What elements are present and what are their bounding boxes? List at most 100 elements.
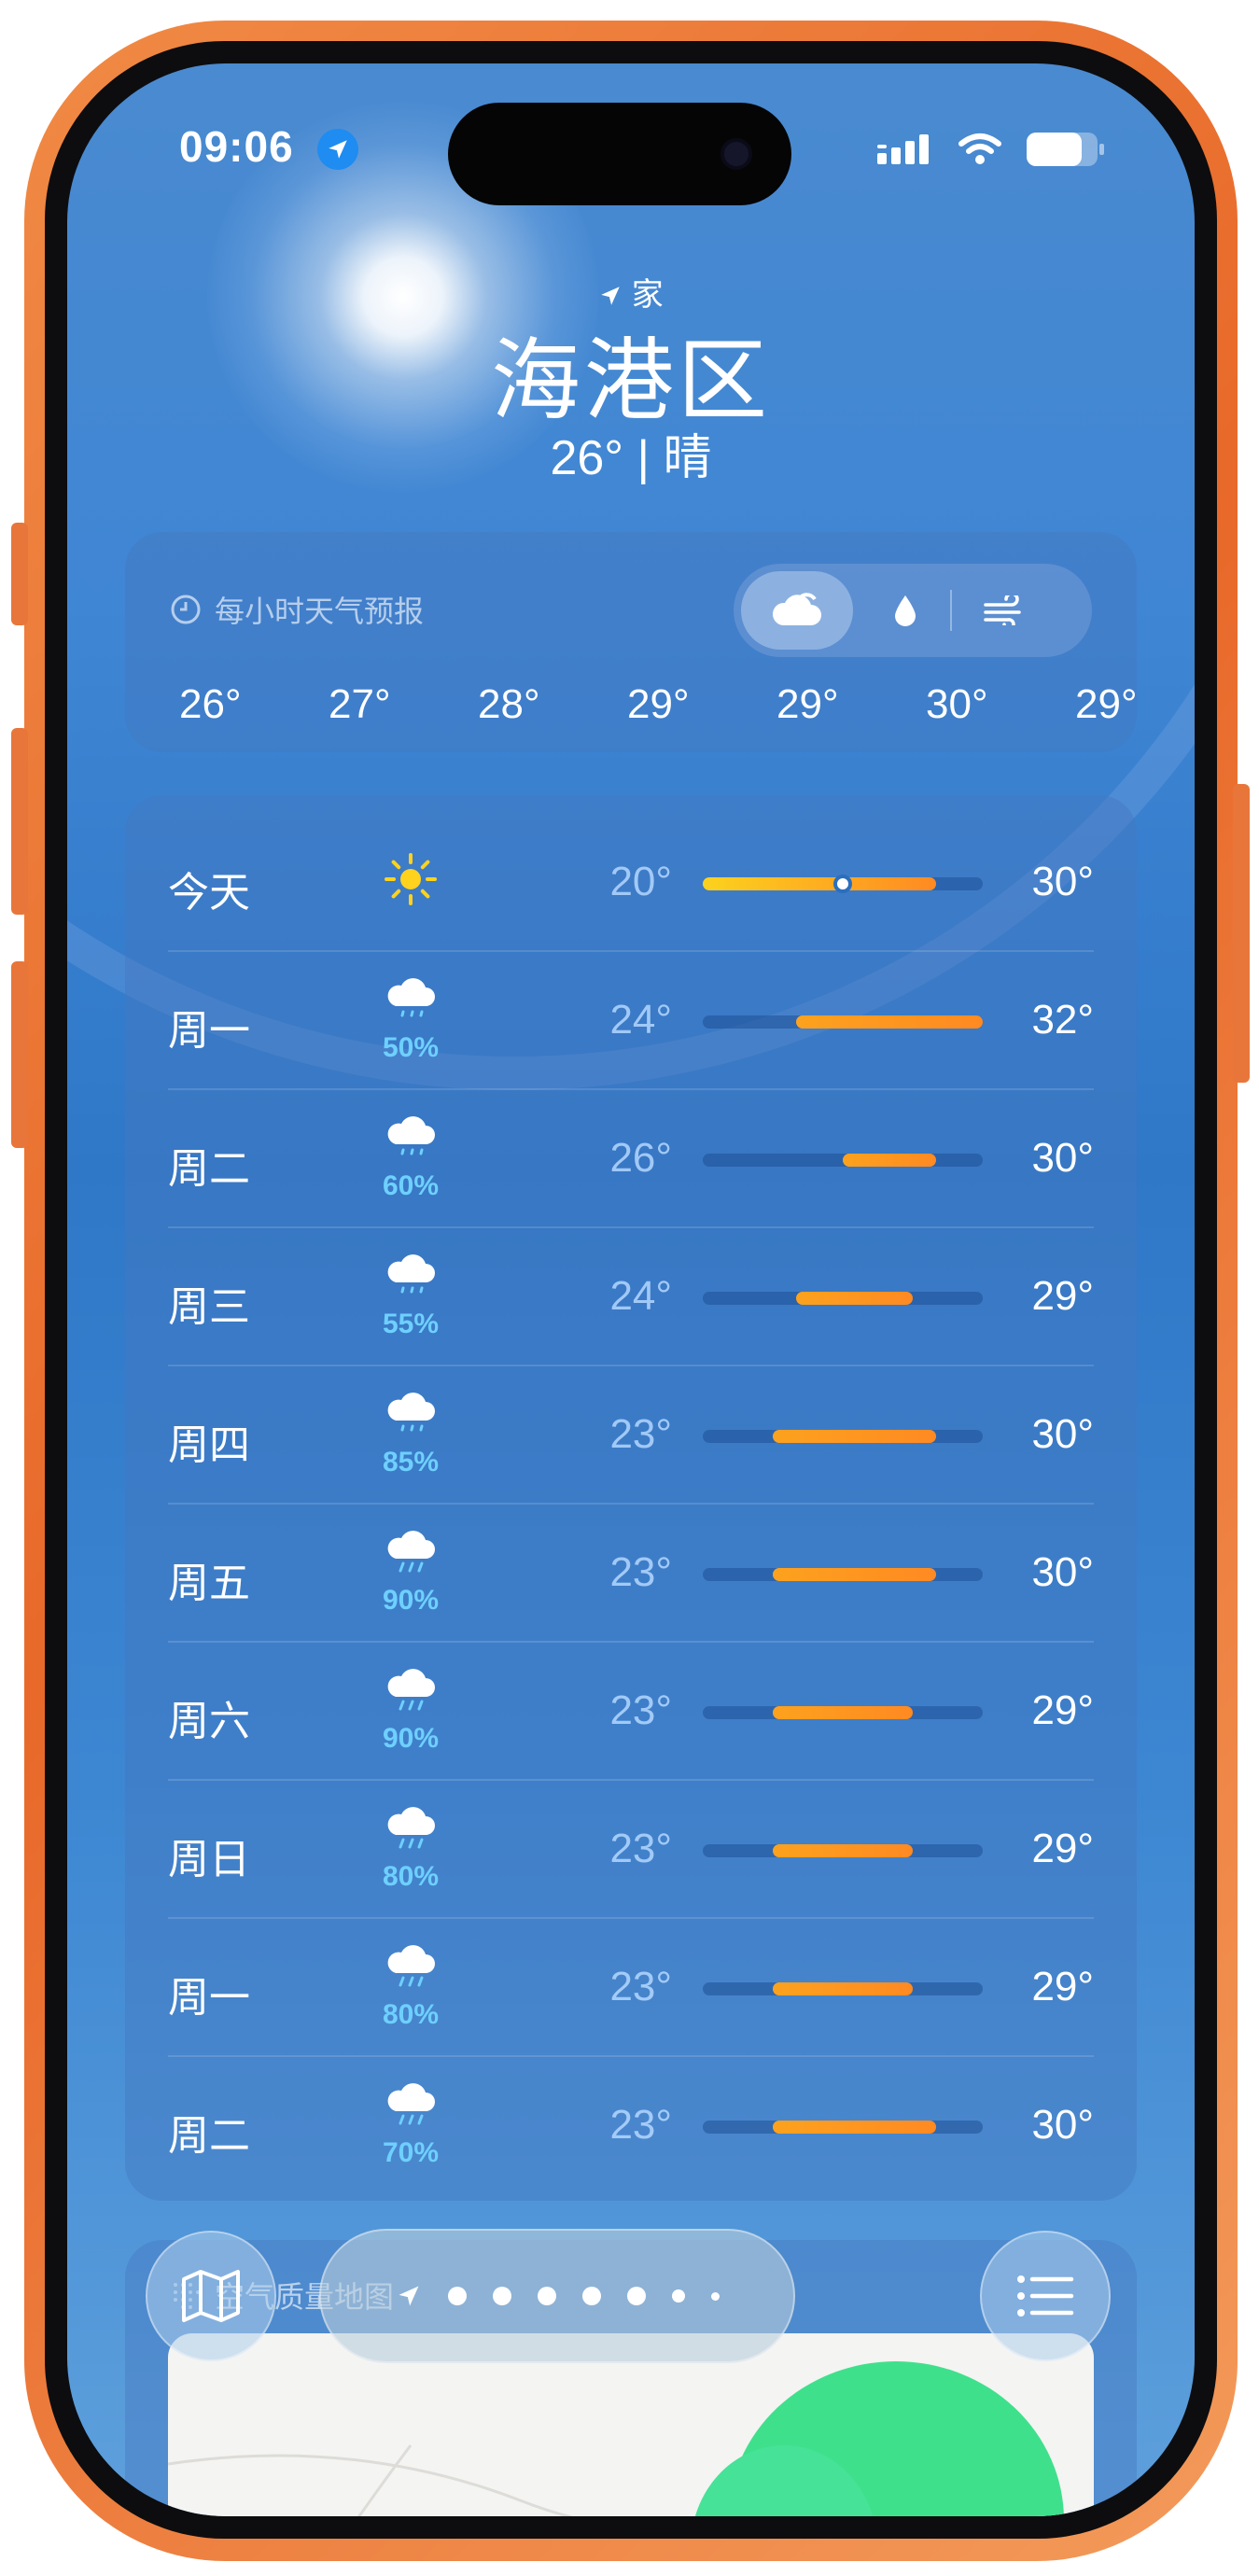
- action-button: [11, 523, 28, 625]
- daily-row[interactable]: 周四 85% 23° 30°: [168, 1366, 1094, 1505]
- page-dot[interactable]: [581, 2287, 601, 2305]
- day-label: 周二: [168, 2113, 250, 2159]
- hourly-temp: 30°: [926, 681, 988, 727]
- low-temp: 23°: [609, 2102, 672, 2148]
- rain-cloud-icon: [383, 1251, 439, 1307]
- camera-icon: [720, 138, 752, 170]
- page-dot[interactable]: [492, 2287, 511, 2305]
- status-indicators: [877, 133, 1104, 166]
- signal-icon: [877, 134, 929, 164]
- volume-down-button: [11, 961, 28, 1148]
- page-dot[interactable]: [537, 2287, 556, 2305]
- location-arrow-icon: [317, 129, 358, 170]
- page-indicator[interactable]: [319, 2229, 795, 2363]
- location-arrow-icon: [601, 287, 621, 305]
- low-temp: 20°: [609, 859, 672, 904]
- precip-chance: 60%: [382, 1170, 440, 1201]
- cloud-tab[interactable]: [741, 571, 853, 650]
- temp-range-bar: [703, 1844, 983, 1857]
- volume-up-button: [11, 728, 28, 915]
- temp-range-fill: [703, 877, 936, 890]
- daily-forecast-card[interactable]: 今天 20° 30° 周一 50% 24° 32° 周二 60% 26° 30° 周三 55% 24° 29…: [125, 795, 1137, 2201]
- hourly-temp: 29°: [776, 681, 839, 727]
- precip-chance: 90%: [382, 1723, 440, 1754]
- low-temp: 24°: [609, 1273, 672, 1319]
- daily-row[interactable]: 周三 55% 24° 29°: [168, 1228, 1094, 1366]
- heavy-rain-cloud-icon: [383, 1941, 439, 1997]
- day-label: 周四: [168, 1422, 250, 1468]
- wind-tab[interactable]: [959, 571, 1049, 650]
- daily-row[interactable]: 周五 90% 23° 30°: [168, 1505, 1094, 1643]
- temp-range-bar: [703, 1015, 983, 1029]
- day-label: 周日: [168, 1837, 250, 1883]
- precip-chance: 70%: [382, 2137, 440, 2168]
- precip-chance: 50%: [382, 1032, 440, 1063]
- temp-range-bar: [703, 1292, 983, 1305]
- heavy-rain-cloud-icon: [383, 1665, 439, 1721]
- daily-row[interactable]: 周一 80% 23° 29°: [168, 1919, 1094, 2057]
- high-temp: 30°: [1031, 859, 1094, 904]
- status-time: 09:06: [179, 122, 294, 171]
- hourly-temp: 28°: [478, 681, 540, 727]
- high-temp: 32°: [1031, 997, 1094, 1043]
- hourly-temp: 29°: [1075, 681, 1137, 727]
- precip-chance: 55%: [382, 1309, 440, 1339]
- page-dot[interactable]: [626, 2287, 646, 2305]
- precip-chance: 80%: [382, 1999, 440, 2030]
- hourly-forecast-title: 每小时天气预报: [170, 588, 424, 631]
- switch-divider: [950, 590, 952, 631]
- list-icon: [1017, 2275, 1074, 2317]
- current-temp-dot: [833, 875, 852, 893]
- temp-range-fill: [773, 1844, 913, 1857]
- temp-range-bar: [703, 1430, 983, 1443]
- weather-screen: 09:06 家 海港区 26° | 晴 每小时天气预报 26° 27° 28° …: [67, 63, 1195, 2516]
- daily-row[interactable]: 周一 50% 24° 32°: [168, 952, 1094, 1090]
- temp-range-bar: [703, 1706, 983, 1719]
- temp-range-fill: [773, 1706, 913, 1719]
- daily-row[interactable]: 周二 60% 26° 30°: [168, 1090, 1094, 1228]
- day-label: 周二: [168, 1146, 250, 1192]
- high-temp: 30°: [1031, 1411, 1094, 1457]
- day-label: 周六: [168, 1699, 250, 1744]
- temp-range-fill: [843, 1154, 936, 1167]
- low-temp: 23°: [609, 1687, 672, 1733]
- daily-row[interactable]: 周二 70% 23° 30°: [168, 2057, 1094, 2195]
- page-dot[interactable]: [671, 2289, 685, 2303]
- high-temp: 29°: [1031, 1964, 1094, 2009]
- city-list-button[interactable]: [980, 2231, 1111, 2361]
- hourly-mode-switch[interactable]: [734, 564, 1092, 657]
- temp-range-bar: [703, 2121, 983, 2134]
- hourly-title-text: 每小时天气预报: [215, 595, 425, 628]
- day-label: 周五: [168, 1561, 250, 1606]
- temp-range-fill: [773, 2121, 936, 2134]
- daily-row[interactable]: 周六 90% 23° 29°: [168, 1643, 1094, 1781]
- high-temp: 30°: [1031, 1549, 1094, 1595]
- map-icon: [182, 2270, 240, 2322]
- high-temp: 30°: [1031, 2102, 1094, 2148]
- high-temp: 30°: [1031, 1135, 1094, 1181]
- high-temp: 29°: [1031, 1826, 1094, 1871]
- sun-icon: [383, 851, 439, 907]
- cloud-icon: [772, 593, 821, 625]
- rain-cloud-icon: [383, 1113, 439, 1169]
- clock-icon: [171, 595, 201, 624]
- low-temp: 23°: [609, 1826, 672, 1871]
- current-conditions: 26° | 晴: [550, 431, 712, 485]
- current-location-icon: [399, 2286, 418, 2306]
- page-dot[interactable]: [710, 2291, 720, 2301]
- map-button[interactable]: [146, 2231, 276, 2361]
- hourly-forecast-card[interactable]: 每小时天气预报 26° 27° 28° 29° 29° 30° 29°: [125, 532, 1137, 752]
- heavy-rain-cloud-icon: [383, 1803, 439, 1859]
- page-dot[interactable]: [447, 2287, 467, 2305]
- dynamic-island: [448, 103, 791, 205]
- low-temp: 26°: [609, 1135, 672, 1181]
- low-temp: 24°: [609, 997, 672, 1043]
- day-label: 今天: [168, 870, 250, 916]
- daily-row[interactable]: 周日 80% 23° 29°: [168, 1781, 1094, 1919]
- temp-range-bar: [703, 875, 983, 893]
- daily-row[interactable]: 今天 20° 30°: [168, 814, 1094, 952]
- hourly-temps-strip[interactable]: 26° 27° 28° 29° 29° 30° 29°: [125, 681, 1137, 747]
- precip-chance: 90%: [382, 1585, 440, 1616]
- hourly-temp: 27°: [329, 681, 391, 727]
- precipitation-tab[interactable]: [860, 571, 950, 650]
